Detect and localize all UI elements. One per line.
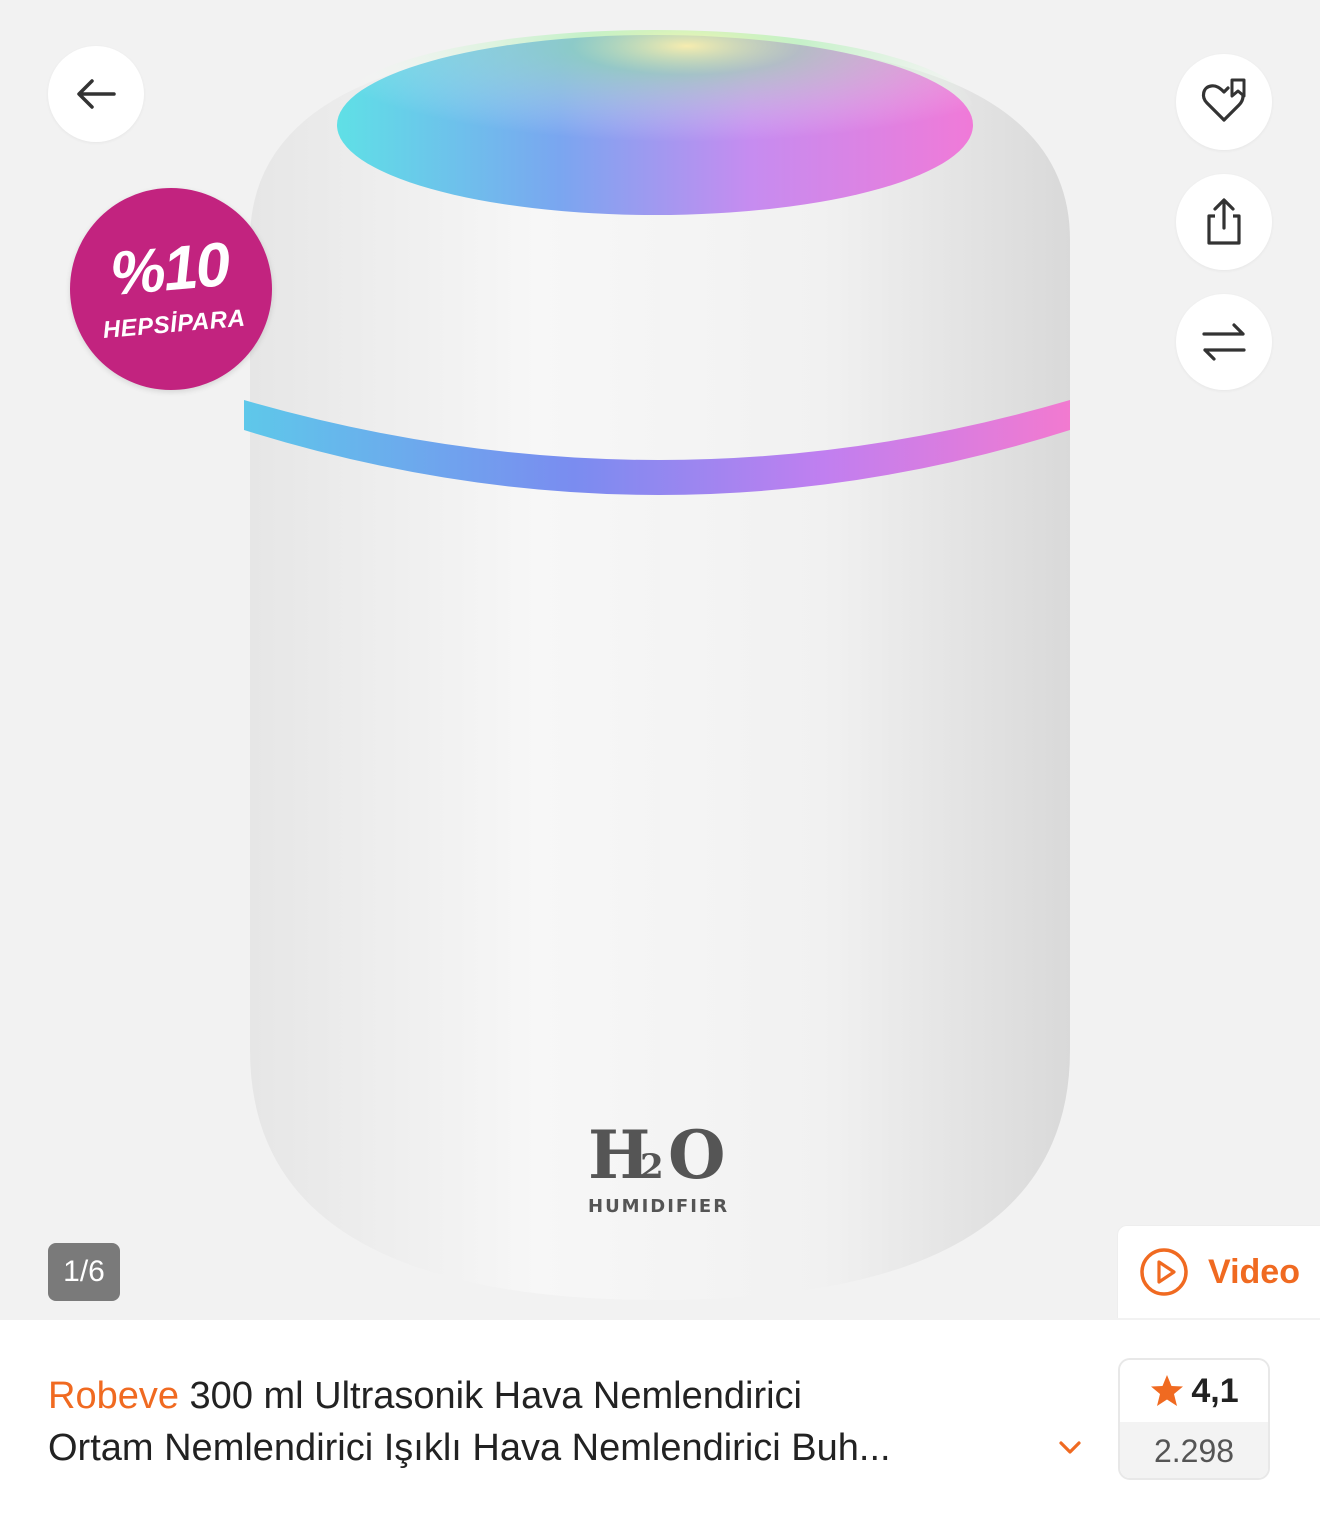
review-count: 2.298	[1120, 1422, 1268, 1478]
promo-label: HEPSİPARA	[101, 304, 247, 345]
back-arrow-icon	[77, 79, 116, 109]
title-line-2: Ortam Nemlendirici Işıklı Hava Nemlendir…	[48, 1427, 891, 1469]
svg-text:HUMIDIFIER: HUMIDIFIER	[588, 1196, 729, 1217]
share-button[interactable]	[1176, 174, 1272, 270]
star-icon	[1151, 1375, 1184, 1406]
video-button[interactable]: Video	[1117, 1225, 1320, 1318]
rating-summary: 4,1	[1120, 1360, 1268, 1422]
compare-button[interactable]	[1176, 294, 1272, 390]
brand-link[interactable]: Robeve	[48, 1375, 179, 1417]
share-icon	[1207, 198, 1241, 245]
video-label: Video	[1208, 1252, 1300, 1291]
product-info: Robeve 300 ml Ultrasonik Hava Nemlendiri…	[0, 1320, 1320, 1518]
rating-value: 4,1	[1191, 1371, 1239, 1410]
image-page-counter: 1/6	[48, 1243, 120, 1301]
compare-icon	[1202, 323, 1246, 361]
product-image-gallery[interactable]: H 2 O HUMIDIFIER %10 HEPSİPARA 1/6 Video	[0, 0, 1320, 1320]
svg-text:O: O	[668, 1116, 726, 1194]
back-button[interactable]	[48, 46, 144, 142]
title-line-1: 300 ml Ultrasonik Hava Nemlendirici	[189, 1375, 802, 1417]
product-title[interactable]: Robeve 300 ml Ultrasonik Hava Nemlendiri…	[48, 1370, 1048, 1474]
expand-title-button[interactable]	[1050, 1428, 1090, 1468]
promo-percent: %10	[107, 230, 232, 310]
favorite-button[interactable]	[1176, 54, 1272, 150]
play-circle-icon	[1140, 1248, 1188, 1296]
chevron-down-icon	[1059, 1441, 1081, 1454]
heart-bookmark-icon	[1201, 78, 1246, 122]
svg-text:2: 2	[640, 1147, 664, 1187]
rating-box[interactable]: 4,1 2.298	[1118, 1358, 1270, 1480]
